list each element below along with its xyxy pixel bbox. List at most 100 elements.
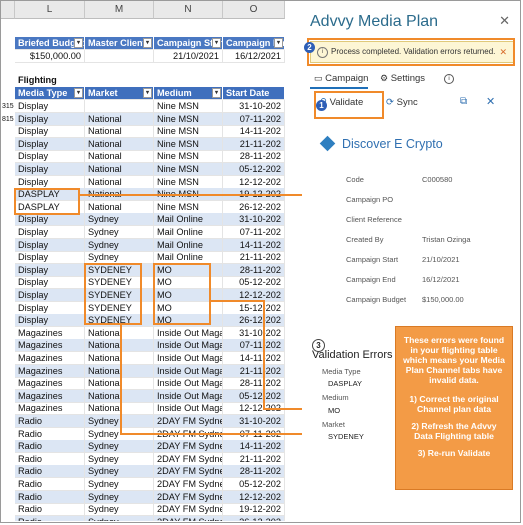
media-type-cell[interactable]: Radio: [15, 490, 85, 504]
market-cell[interactable]: Sydney: [85, 452, 154, 466]
media-type-cell[interactable]: Display: [15, 112, 85, 126]
start-date-cell[interactable]: 14-11-202: [223, 125, 285, 139]
medium-cell[interactable]: Nine MSN: [154, 125, 223, 139]
market-cell[interactable]: National: [85, 125, 154, 139]
sync-button[interactable]: ⟳ Sync: [386, 97, 418, 108]
summary-start-cell[interactable]: 21/10/2021: [154, 50, 223, 63]
medium-cell[interactable]: 2DAY FM Sydney: [154, 415, 223, 428]
medium-cell[interactable]: 2DAY FM Sydney: [154, 478, 223, 491]
start-date-cell[interactable]: 05-12-202: [223, 478, 285, 491]
tab-info[interactable]: i: [444, 69, 454, 89]
start-date-cell[interactable]: 28-11-202: [223, 150, 285, 164]
market-cell[interactable]: National: [85, 150, 154, 164]
column-header-l[interactable]: L: [15, 1, 85, 19]
start-date-cell[interactable]: 21-11-202: [223, 251, 285, 265]
medium-cell[interactable]: 2DAY FM Sydney: [154, 452, 223, 466]
close-record-icon[interactable]: ✕: [486, 95, 495, 108]
medium-cell[interactable]: Inside Out Magazi: [154, 326, 223, 340]
market-cell[interactable]: National: [85, 112, 154, 126]
summary-header-cell[interactable]: Campaign Start ▾: [154, 37, 223, 50]
media-type-cell[interactable]: Magazines: [15, 389, 85, 403]
start-date-cell[interactable]: 31-10-202: [223, 213, 285, 227]
media-type-cell[interactable]: Display: [15, 314, 85, 328]
filter-dropdown-icon[interactable]: ▾: [74, 88, 83, 98]
filter-dropdown-icon[interactable]: ▾: [212, 38, 221, 48]
start-date-cell[interactable]: 05-12-202: [223, 389, 285, 403]
start-date-cell[interactable]: 31-10-202: [223, 415, 285, 428]
filter-dropdown-icon[interactable]: ▾: [143, 38, 152, 48]
start-date-cell[interactable]: 26-12-202: [223, 515, 285, 521]
media-type-cell[interactable]: Display: [15, 175, 85, 189]
medium-cell[interactable]: Inside Out Magazi: [154, 339, 223, 353]
media-type-cell[interactable]: Display: [15, 289, 85, 302]
start-date-cell[interactable]: 21-11-202: [223, 137, 285, 151]
media-type-cell[interactable]: Radio: [15, 465, 85, 479]
media-type-cell[interactable]: Display: [15, 137, 85, 151]
medium-cell[interactable]: Nine MSN: [154, 137, 223, 151]
medium-cell[interactable]: 2DAY FM Sydney: [154, 515, 223, 521]
media-type-cell[interactable]: Display: [15, 263, 85, 277]
flighting-header-cell[interactable]: Media Type ▾: [15, 87, 85, 100]
start-date-cell[interactable]: 05-12-202: [223, 276, 285, 290]
close-icon[interactable]: ✕: [499, 13, 510, 29]
hierarchy-icon[interactable]: ⧉: [460, 96, 467, 107]
filter-dropdown-icon[interactable]: ▾: [74, 38, 83, 48]
medium-cell[interactable]: Nine MSN: [154, 163, 223, 176]
medium-cell[interactable]: Nine MSN: [154, 200, 223, 214]
media-type-cell[interactable]: Magazines: [15, 377, 85, 391]
summary-header-cell[interactable]: Campaign End ▾: [223, 37, 285, 50]
media-type-cell[interactable]: Display: [15, 150, 85, 164]
medium-cell[interactable]: Nine MSN: [154, 175, 223, 189]
start-date-cell[interactable]: 28-11-202: [223, 263, 285, 277]
column-header-o[interactable]: O: [223, 1, 285, 19]
media-type-cell[interactable]: Radio: [15, 503, 85, 517]
media-type-cell[interactable]: Display: [15, 276, 85, 290]
medium-cell[interactable]: Inside Out Magazi: [154, 402, 223, 416]
start-date-cell[interactable]: 12-12-202: [223, 175, 285, 189]
media-type-cell[interactable]: Display: [15, 238, 85, 252]
media-type-cell[interactable]: Radio: [15, 452, 85, 466]
medium-cell[interactable]: 2DAY FM Sydney: [154, 503, 223, 517]
market-cell[interactable]: [85, 100, 154, 113]
media-type-cell[interactable]: Magazines: [15, 326, 85, 340]
start-date-cell[interactable]: 12-12-202: [223, 490, 285, 504]
media-type-cell[interactable]: Magazines: [15, 339, 85, 353]
market-cell[interactable]: Sydney: [85, 478, 154, 491]
start-date-cell[interactable]: 28-11-202: [223, 465, 285, 479]
start-date-cell[interactable]: 19-12-202: [223, 503, 285, 517]
market-cell[interactable]: Sydney: [85, 465, 154, 479]
start-date-cell[interactable]: 26-12-202: [223, 200, 285, 214]
filter-dropdown-icon[interactable]: ▾: [274, 38, 283, 48]
medium-cell[interactable]: Inside Out Magazi: [154, 364, 223, 378]
market-cell[interactable]: Sydney: [85, 238, 154, 252]
tab-campaign[interactable]: ▭ Campaign: [314, 69, 368, 89]
medium-cell[interactable]: Inside Out Magazi: [154, 389, 223, 403]
column-header-m[interactable]: M: [85, 1, 154, 19]
start-date-cell[interactable]: 31-10-202: [223, 100, 285, 113]
media-type-cell[interactable]: Display: [15, 125, 85, 139]
media-type-cell[interactable]: Display: [15, 301, 85, 315]
summary-end-cell[interactable]: 16/12/2021: [223, 50, 285, 63]
media-type-cell[interactable]: Magazines: [15, 352, 85, 365]
start-date-cell[interactable]: 21-11-202: [223, 452, 285, 466]
start-date-cell[interactable]: 07-11-202: [223, 112, 285, 126]
media-type-cell[interactable]: Display: [15, 251, 85, 265]
validation-error-value[interactable]: DASPLAY: [328, 379, 362, 388]
media-type-cell[interactable]: Display: [15, 226, 85, 239]
start-date-cell[interactable]: 07-11-202: [223, 226, 285, 239]
medium-cell[interactable]: Mail Online: [154, 226, 223, 239]
market-cell[interactable]: Sydney: [85, 490, 154, 504]
market-cell[interactable]: National: [85, 175, 154, 189]
medium-cell[interactable]: 2DAY FM Sydney: [154, 490, 223, 504]
summary-budget-cell[interactable]: $150,000.00: [15, 50, 85, 63]
start-date-cell[interactable]: 21-11-202: [223, 364, 285, 378]
start-date-cell[interactable]: 31-10-202: [223, 326, 285, 340]
start-date-cell[interactable]: 26-12-202: [223, 314, 285, 328]
flighting-header-cell[interactable]: Medium ▾: [154, 87, 223, 100]
start-date-cell[interactable]: 15-12-202: [223, 301, 285, 315]
flighting-header-cell[interactable]: Market ▾: [85, 87, 154, 100]
filter-dropdown-icon[interactable]: ▾: [143, 88, 152, 98]
media-type-cell[interactable]: Radio: [15, 440, 85, 454]
medium-cell[interactable]: 2DAY FM Sydney: [154, 440, 223, 454]
flighting-header-cell[interactable]: Start Date: [223, 87, 285, 100]
